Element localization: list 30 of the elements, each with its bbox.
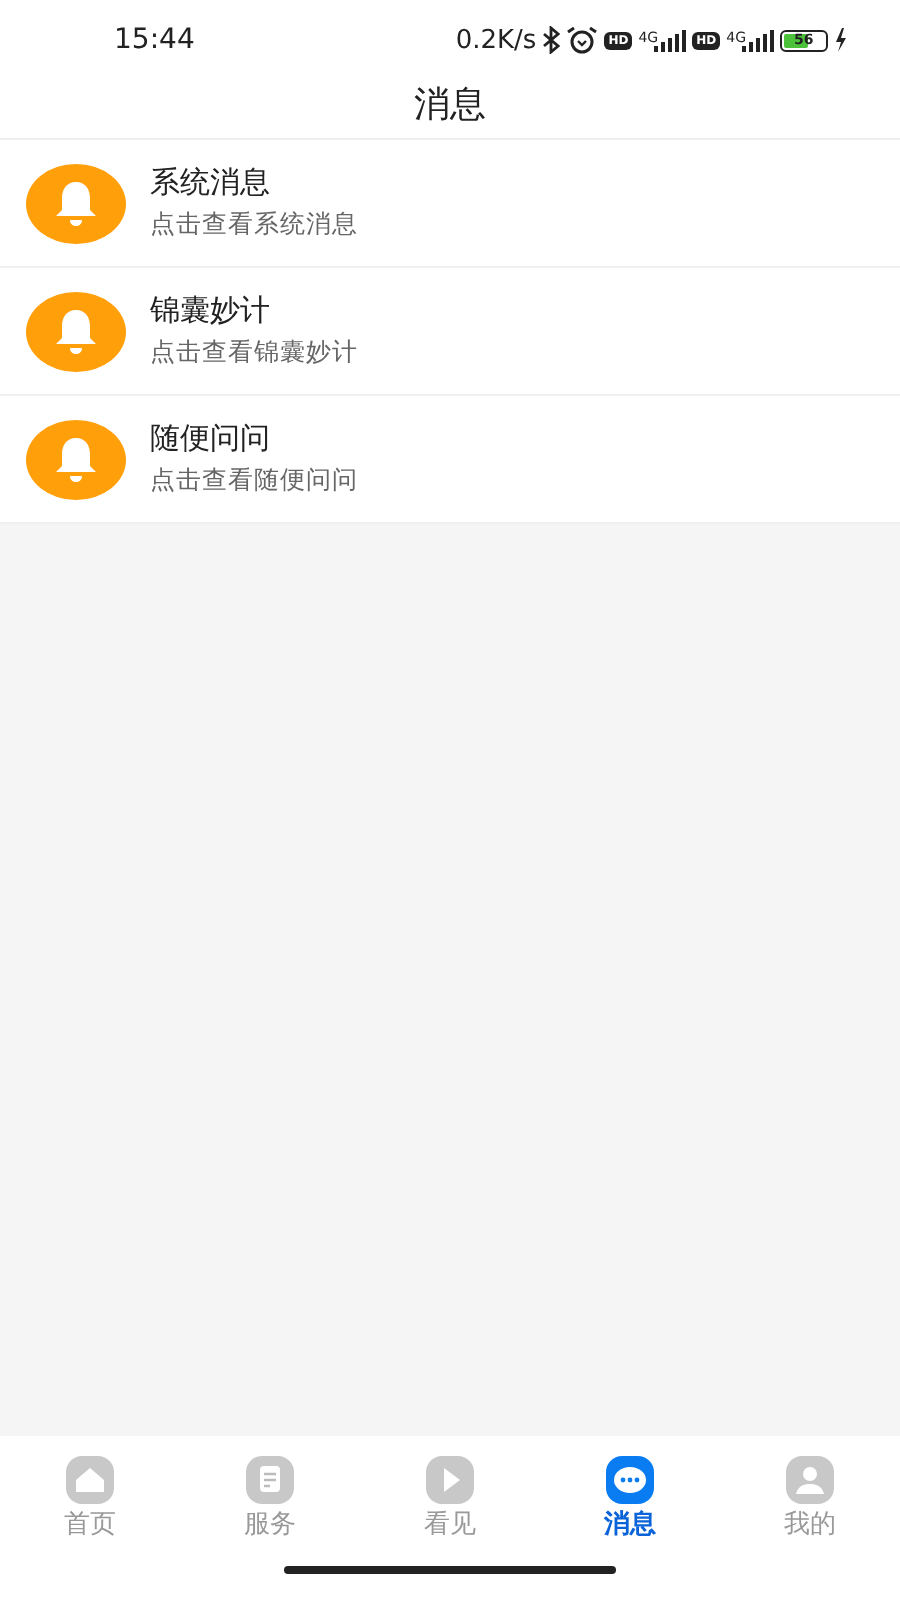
message-item[interactable]: 系统消息 点击查看系统消息 xyxy=(0,140,900,268)
tab-item[interactable]: 看见 xyxy=(360,1456,540,1566)
home-icon xyxy=(66,1456,114,1504)
bell-icon xyxy=(54,307,98,355)
tab-item[interactable]: 服务 xyxy=(180,1456,360,1566)
message-subtitle: 点击查看锦囊妙计 xyxy=(150,336,358,370)
message-subtitle: 点击查看系统消息 xyxy=(150,208,358,242)
status-time: 15:44 xyxy=(114,24,195,56)
bluetooth-icon xyxy=(542,26,561,54)
signal-icon xyxy=(742,29,774,51)
home-indicator[interactable] xyxy=(284,1566,616,1574)
page-title: 消息 xyxy=(414,82,486,128)
message-title: 锦囊妙计 xyxy=(150,292,272,330)
message-item[interactable]: 随便问问 点击查看随便问问 xyxy=(0,396,900,524)
tab-item[interactable]: 消息 xyxy=(540,1456,720,1566)
document-icon xyxy=(246,1456,294,1504)
bell-icon xyxy=(54,179,98,227)
play-icon xyxy=(426,1456,474,1504)
message-subtitle: 点击查看随便问问 xyxy=(150,464,358,498)
message-title: 随便问问 xyxy=(150,420,272,458)
message-item[interactable]: 锦囊妙计 点击查看锦囊妙计 xyxy=(0,268,900,396)
message-title: 系统消息 xyxy=(150,164,272,202)
tab-item[interactable]: 我的 xyxy=(720,1456,900,1566)
tab-item[interactable]: 首页 xyxy=(0,1456,180,1566)
alarm-icon xyxy=(566,26,599,54)
chat-icon xyxy=(606,1456,654,1504)
signal-icon xyxy=(654,29,687,51)
bell-icon xyxy=(54,435,98,483)
network-speed: 0.2K/s xyxy=(455,25,537,55)
user-icon xyxy=(786,1456,834,1504)
